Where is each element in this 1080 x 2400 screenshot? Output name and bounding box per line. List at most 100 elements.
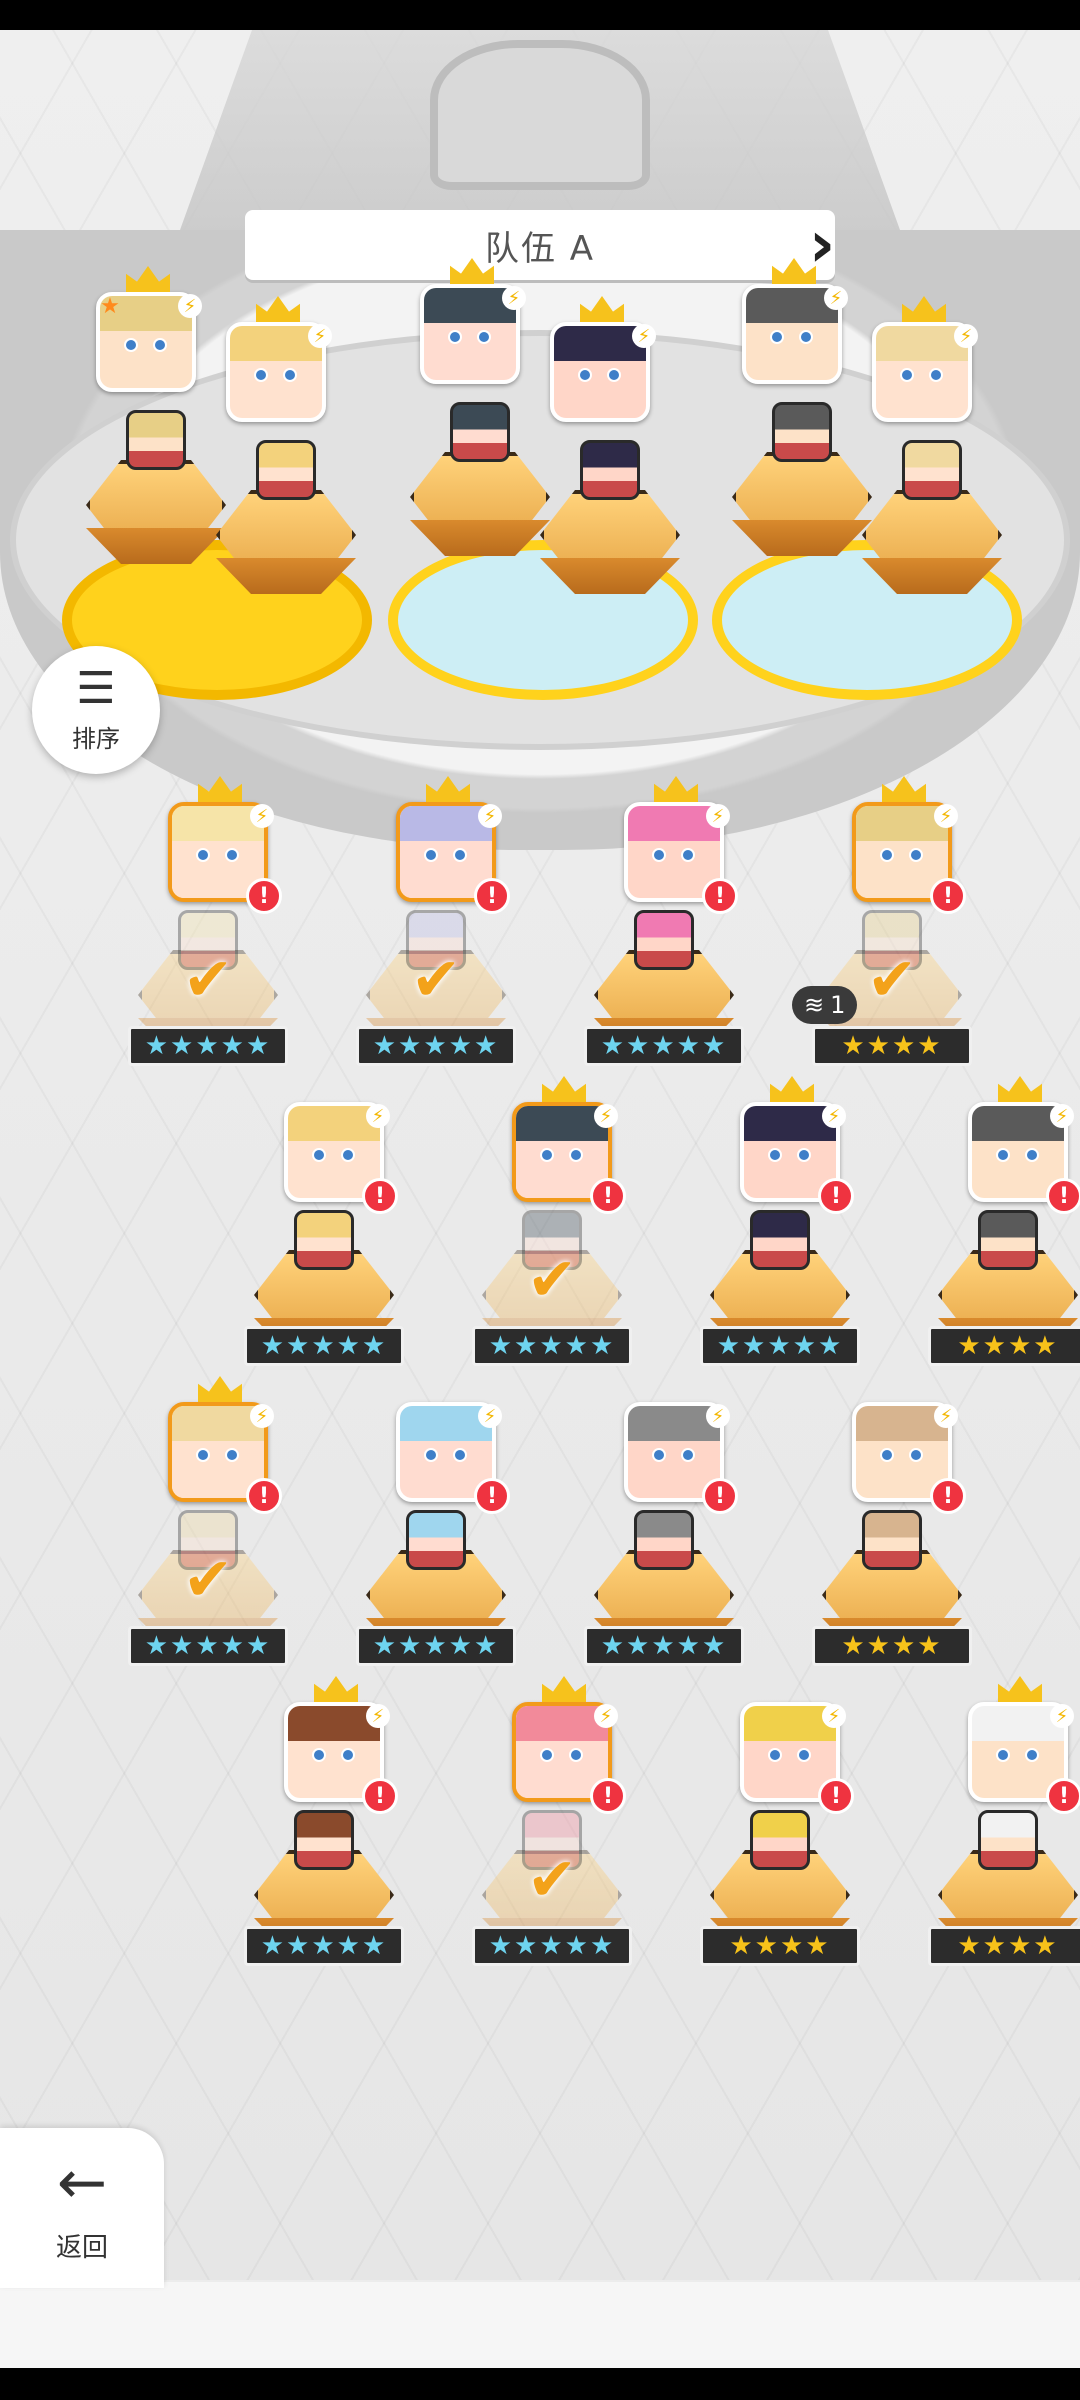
pedestal-side (86, 528, 226, 564)
eye (607, 368, 622, 383)
roster-portrait[interactable]: ⚡! (168, 1376, 282, 1514)
roster-portrait[interactable]: ⚡! (624, 1390, 738, 1514)
checkmark-icon: ✔ (182, 1545, 234, 1615)
checkmark-icon: ✔ (182, 945, 234, 1015)
navigation-bar (0, 2368, 1080, 2400)
team-slot-portrait[interactable]: ⚡ (742, 258, 852, 384)
lightning-icon: ⚡ (250, 804, 274, 828)
lightning-icon: ⚡ (308, 324, 332, 348)
eye (153, 338, 168, 353)
eye (447, 330, 462, 345)
character-sprite (450, 402, 510, 462)
eye (909, 1448, 924, 1463)
character-sprite (634, 910, 694, 970)
eye (797, 1148, 812, 1163)
team-slot-portrait[interactable]: ⚡ (872, 296, 982, 422)
sort-button[interactable]: ☰ 排序 (32, 646, 160, 774)
team-title: 队伍 A (484, 228, 596, 269)
eye (341, 1148, 356, 1163)
character-sprite (294, 1810, 354, 1870)
team-slot-portrait[interactable]: ⚡ (550, 296, 660, 422)
rank-star-icon: ★ (100, 293, 120, 319)
star-rating: ★★★★★ (584, 1026, 744, 1066)
character-sprite (126, 410, 186, 470)
roster-portrait[interactable]: ⚡! (740, 1076, 854, 1214)
star-rating: ★★★★ (700, 1926, 860, 1966)
roster-portrait[interactable]: ⚡! (968, 1676, 1080, 1814)
roster-portrait[interactable]: ⚡! (284, 1676, 398, 1814)
lightning-icon: ⚡ (366, 1704, 390, 1728)
sort-label: 排序 (72, 724, 120, 753)
star-rating: ★★★★★ (472, 1926, 632, 1966)
eye (1025, 1148, 1040, 1163)
eye (651, 848, 666, 863)
lightning-icon: ⚡ (706, 1404, 730, 1428)
pedestal-side (216, 558, 356, 594)
lightning-icon: ⚡ (1050, 1104, 1074, 1128)
alert-badge: ! (362, 1178, 398, 1214)
star-rating: ★★★★★ (472, 1326, 632, 1366)
alert-badge: ! (1046, 1778, 1080, 1814)
roster-portrait[interactable]: ⚡! (512, 1676, 626, 1814)
roster-portrait[interactable]: ⚡! (396, 776, 510, 914)
eye (577, 368, 592, 383)
arrow-left-icon: ← (56, 2147, 108, 2218)
eye (681, 1448, 696, 1463)
roster-portrait[interactable]: ⚡! (968, 1076, 1080, 1214)
lightning-icon: ⚡ (478, 804, 502, 828)
roster-portrait[interactable]: ⚡! (168, 776, 282, 914)
character-sprite (978, 1210, 1038, 1270)
character-sprite (862, 1510, 922, 1570)
game-screen: ‹ 队伍 A › ⚡★⚡⚡⚡⚡⚡ ☰ 排序 ⚡!✔★★★★★⚡!✔★★★★★⚡!… (0, 0, 1080, 2400)
eye (569, 1748, 584, 1763)
eye (423, 848, 438, 863)
eye (453, 848, 468, 863)
eye (909, 848, 924, 863)
eye (123, 338, 138, 353)
character-sprite (294, 1210, 354, 1270)
back-label: 返回 (55, 2232, 108, 2263)
roster-portrait[interactable]: ⚡! (396, 1390, 510, 1514)
eye (899, 368, 914, 383)
roster-portrait[interactable]: ⚡! (852, 776, 966, 914)
roster-portrait[interactable]: ⚡! (512, 1076, 626, 1214)
star-rating: ★★★★ (812, 1026, 972, 1066)
lightning-icon: ⚡ (706, 804, 730, 828)
checkmark-icon: ✔ (410, 945, 462, 1015)
alert-badge: ! (590, 1778, 626, 1814)
roster-portrait[interactable]: ⚡! (624, 776, 738, 914)
alert-badge: ! (930, 1478, 966, 1514)
lightning-icon: ⚡ (1050, 1704, 1074, 1728)
roster-portrait[interactable]: ⚡! (852, 1390, 966, 1514)
eye (539, 1748, 554, 1763)
team-slot-portrait[interactable]: ⚡ ★ (96, 266, 206, 392)
lightning-icon: ⚡ (822, 1104, 846, 1128)
lightning-icon: ⚡ (934, 804, 958, 828)
lightning-icon: ⚡ (824, 286, 848, 310)
eye (767, 1148, 782, 1163)
roster-portrait[interactable]: ⚡! (284, 1090, 398, 1214)
lightning-icon: ⚡ (594, 1104, 618, 1128)
status-bar (0, 0, 1080, 30)
chevron-right-icon[interactable]: › (804, 208, 840, 282)
sort-icon: ☰ (76, 662, 116, 714)
back-button[interactable]: ← 返回 (0, 2128, 164, 2288)
eye (311, 1148, 326, 1163)
alert-badge: ! (362, 1778, 398, 1814)
bottom-strip (0, 2282, 1080, 2368)
hex-pedestal (732, 452, 872, 556)
eye (311, 1748, 326, 1763)
eye (799, 330, 814, 345)
lightning-icon: ⚡ (632, 324, 656, 348)
lightning-icon: ⚡ (822, 1704, 846, 1728)
character-sprite (580, 440, 640, 500)
eye (879, 1448, 894, 1463)
team-slot-portrait[interactable]: ⚡ (226, 296, 336, 422)
hex-pedestal (862, 490, 1002, 594)
checkmark-icon: ✔ (866, 945, 918, 1015)
pedestal-side (540, 558, 680, 594)
character-sprite (750, 1210, 810, 1270)
roster-portrait[interactable]: ⚡! (740, 1690, 854, 1814)
team-slot-portrait[interactable]: ⚡ (420, 258, 530, 384)
eye (341, 1748, 356, 1763)
